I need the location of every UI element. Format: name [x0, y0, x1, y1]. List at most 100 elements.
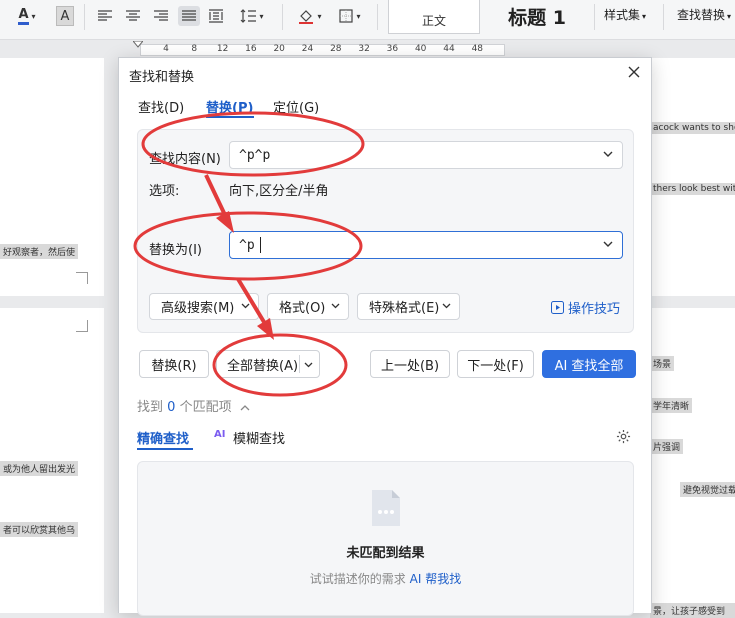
ai-help-link[interactable]: AI 帮我找 — [410, 572, 462, 586]
tab-exact-search[interactable]: 精确查找 — [137, 428, 189, 447]
tab-goto[interactable]: 定位(G) — [273, 97, 319, 116]
ai-find-all-button[interactable]: AI 查找全部 — [542, 350, 636, 378]
chevron-down-icon[interactable] — [304, 362, 313, 369]
style-heading-1[interactable]: 标题 1 — [482, 0, 592, 34]
empty-document-icon — [372, 490, 400, 526]
ruler-number: 36 — [386, 44, 399, 54]
char-shading-icon: A — [60, 8, 70, 24]
tab-fuzzy-search[interactable]: 模糊查找 — [233, 428, 285, 447]
chevron-down-icon: ▾ — [356, 11, 361, 21]
align-right-icon[interactable] — [152, 6, 170, 26]
gear-icon[interactable] — [616, 429, 631, 444]
doc-text: 好观察者，然后使 — [0, 244, 79, 259]
border-button[interactable]: ▾ — [334, 6, 366, 26]
previous-button[interactable]: 上一处(B) — [370, 350, 450, 378]
advanced-search-label: 高级搜索(M) — [161, 301, 235, 316]
style-normal-label: 正文 — [421, 14, 446, 28]
match-count-number: 0 — [167, 400, 176, 415]
replace-all-label: 全部替换(A) — [227, 358, 299, 374]
divider — [663, 4, 664, 30]
char-shading-button[interactable]: A — [56, 6, 74, 26]
no-result-hint: 试试描述你的需求 AI 帮我找 — [309, 572, 462, 586]
doc-text: acock wants to show it — [650, 122, 735, 134]
ribbon-toolbar: A ▾ A ▾ ▾ ▾ 正文 标题 1 样式集 ▾ 查找替换 ▾ — [0, 0, 735, 40]
style-heading-label: 标题 1 — [508, 7, 566, 29]
options-value: 向下,区分全/半角 — [229, 184, 329, 199]
ai-find-all-label: AI 查找全部 — [554, 358, 624, 374]
ai-badge: AI — [214, 429, 226, 440]
text-caret — [260, 237, 261, 253]
tips-label: 操作技巧 — [568, 302, 621, 317]
find-replace-button[interactable]: 查找替换 ▾ — [677, 6, 731, 23]
format-label: 格式(O) — [279, 301, 326, 316]
ruler-indent-marker[interactable] — [131, 38, 145, 48]
options-label: 选项: — [149, 184, 180, 199]
doc-text: 学年清晰 — [650, 398, 693, 413]
replace-input[interactable]: ^p — [229, 231, 623, 259]
ruler-number: 24 — [301, 44, 314, 54]
close-icon[interactable] — [627, 65, 641, 79]
doc-text: 景，让孩子感受到 — [650, 603, 735, 618]
tips-link[interactable]: 操作技巧 — [551, 298, 620, 317]
ruler-number: 32 — [358, 44, 370, 54]
chevron-down-icon — [241, 303, 250, 309]
tab-replace[interactable]: 替换(P) — [206, 97, 253, 116]
border-icon — [339, 9, 354, 23]
chevron-down-icon: ▾ — [642, 12, 647, 21]
chevron-up-icon[interactable] — [240, 404, 250, 411]
crop-mark — [76, 272, 88, 284]
ruler-number: 40 — [414, 44, 427, 54]
find-replace-dialog: 查找和替换 查找(D) 替换(P) 定位(G) 查找内容(N) ^p^p 选项:… — [118, 57, 652, 616]
divider — [282, 4, 283, 30]
ruler-number: 20 — [273, 44, 285, 54]
font-color-icon: A — [18, 7, 29, 25]
find-input[interactable]: ^p^p — [229, 141, 623, 169]
crop-mark — [76, 320, 88, 332]
font-color-button[interactable]: A ▾ — [12, 6, 42, 26]
justify-icon[interactable] — [178, 6, 200, 26]
special-format-button[interactable]: 特殊格式(E) — [357, 293, 460, 320]
ruler-number: 28 — [330, 44, 342, 54]
divider — [299, 355, 300, 373]
divider — [594, 4, 595, 30]
chevron-down-icon: ▾ — [31, 11, 36, 21]
ruler-number: 16 — [245, 44, 257, 54]
next-label: 下一处(F) — [467, 358, 524, 374]
format-button[interactable]: 格式(O) — [267, 293, 349, 320]
ruler-number: 44 — [443, 44, 455, 54]
play-icon — [551, 301, 564, 314]
replace-label: 替换为(I) — [149, 243, 202, 258]
next-button[interactable]: 下一处(F) — [457, 350, 534, 378]
distribute-icon[interactable] — [207, 6, 225, 26]
replace-button[interactable]: 替换(R) — [139, 350, 209, 378]
chevron-down-icon: ▾ — [259, 11, 264, 21]
document-page-right — [652, 58, 735, 613]
line-spacing-button[interactable]: ▾ — [235, 6, 269, 26]
ruler-number: 12 — [216, 44, 229, 54]
dialog-title: 查找和替换 — [129, 70, 195, 85]
results-area: 未匹配到结果 试试描述你的需求 AI 帮我找 — [137, 461, 634, 616]
line-spacing-icon — [241, 9, 257, 23]
tab-underline — [206, 116, 254, 118]
find-input-value: ^p^p — [239, 148, 271, 163]
chevron-down-icon: ▾ — [727, 12, 732, 21]
find-label: 查找内容(N) — [149, 152, 221, 167]
chevron-down-icon[interactable] — [603, 241, 613, 249]
ruler-number: 4 — [163, 44, 169, 54]
tab-find[interactable]: 查找(D) — [138, 97, 184, 116]
ruler-number: 48 — [471, 44, 484, 54]
doc-text: 片强调 — [650, 439, 684, 454]
chevron-down-icon: ▾ — [317, 11, 322, 21]
divider — [377, 4, 378, 30]
align-left-icon[interactable] — [96, 6, 114, 26]
replace-button-label: 替换(R) — [151, 358, 197, 374]
align-center-icon[interactable] — [124, 6, 142, 26]
advanced-search-button[interactable]: 高级搜索(M) — [149, 293, 259, 320]
previous-label: 上一处(B) — [380, 358, 440, 374]
chevron-down-icon[interactable] — [603, 151, 613, 159]
highlight-button[interactable]: ▾ — [294, 6, 326, 26]
style-set-button[interactable]: 样式集 ▾ — [604, 6, 646, 23]
style-normal[interactable]: 正文 — [388, 0, 480, 34]
replace-all-button[interactable]: 全部替换(A) — [216, 350, 320, 378]
doc-text: thers look best with hu — [650, 183, 735, 195]
